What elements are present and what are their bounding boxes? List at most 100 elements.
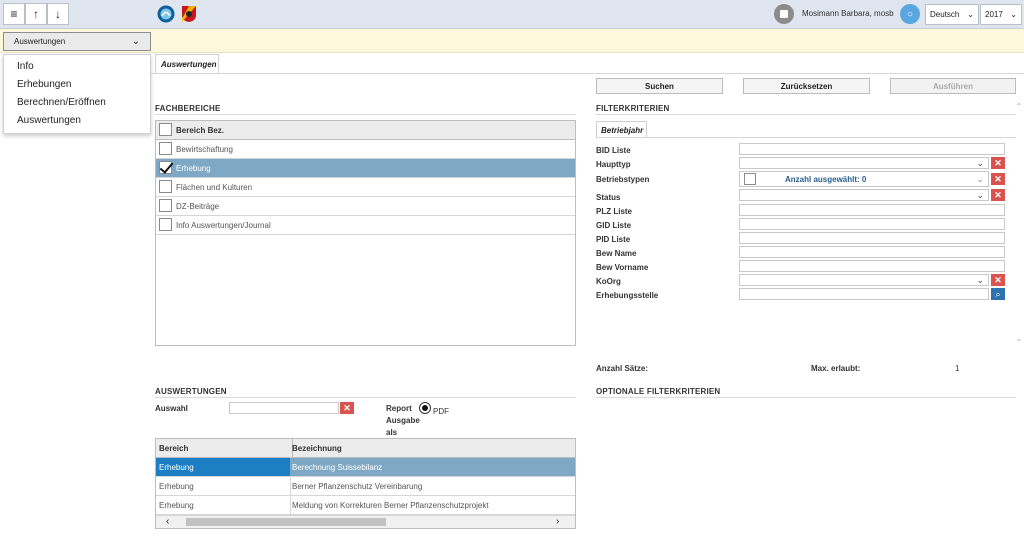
chevron-down-icon: ⌄ bbox=[967, 10, 974, 19]
filter-scrollbar[interactable]: ⌃ ⌄ bbox=[1014, 102, 1024, 348]
pid-input[interactable] bbox=[739, 232, 1005, 244]
clear-koorg-button[interactable]: ✕ bbox=[991, 274, 1005, 286]
plz-input[interactable] bbox=[739, 204, 1005, 216]
user-avatar[interactable] bbox=[774, 4, 794, 24]
pdf-radio[interactable] bbox=[419, 402, 431, 414]
table-row[interactable]: Flächen und Kulturen bbox=[156, 178, 575, 197]
arrow-up-icon[interactable]: ↑ bbox=[25, 3, 47, 25]
module-bar bbox=[0, 29, 1024, 53]
chevron-down-icon: ⌄ bbox=[976, 190, 984, 200]
count-label: Anzahl Sätze: bbox=[596, 364, 649, 373]
betriebstypen-checkbox[interactable] bbox=[744, 173, 756, 185]
bew-name-label: Bew Name bbox=[596, 249, 637, 258]
row-bereich: Erhebung bbox=[159, 500, 194, 510]
module-select-value: Auswertungen bbox=[14, 37, 66, 46]
max-value: 1 bbox=[955, 364, 960, 373]
koorg-label: KoOrg bbox=[596, 277, 621, 286]
betriebstypen-label: Betriebstypen bbox=[596, 175, 650, 184]
report-label-2: Ausgabe bbox=[386, 416, 420, 425]
clear-haupttyp-button[interactable]: ✕ bbox=[991, 157, 1005, 169]
grid-header: Bereich Bez. bbox=[156, 121, 575, 140]
bew-vorname-input[interactable] bbox=[739, 260, 1005, 272]
row-bezeichnung: Berner Pflanzenschutz Vereinbarung bbox=[292, 481, 423, 491]
scroll-thumb[interactable] bbox=[186, 518, 386, 526]
row-label: Erhebung bbox=[176, 163, 211, 173]
status-select[interactable]: ⌄ bbox=[739, 189, 989, 201]
horizontal-scrollbar[interactable]: ‹ › bbox=[156, 515, 575, 528]
betriebstypen-select[interactable]: Anzahl ausgewählt: 0 ⌄ bbox=[739, 171, 989, 187]
table-row[interactable]: Info Auswertungen/Journal bbox=[156, 216, 575, 235]
subtab-divider bbox=[596, 137, 1016, 138]
divider bbox=[596, 397, 1016, 398]
clear-auswahl-button[interactable]: ✕ bbox=[340, 402, 354, 414]
top-bar: ≡ ↑ ↓ Mosimann Barbara, mosb ○ Deutsch ⌄… bbox=[0, 0, 1024, 29]
row-checkbox[interactable] bbox=[159, 180, 172, 193]
betriebstypen-count: Anzahl ausgewählt: 0 bbox=[785, 175, 867, 184]
tab-betriebjahr[interactable]: Betriebjahr bbox=[596, 121, 647, 138]
reset-button[interactable]: Zurücksetzen bbox=[743, 78, 870, 94]
table-row[interactable]: Erhebung Meldung von Korrekturen Berner … bbox=[156, 496, 575, 515]
module-select[interactable]: Auswertungen ⌄ bbox=[3, 32, 151, 51]
bid-label: BID Liste bbox=[596, 146, 631, 155]
clear-status-button[interactable]: ✕ bbox=[991, 189, 1005, 201]
hamburger-icon[interactable]: ≡ bbox=[3, 3, 25, 25]
report-label-1: Report bbox=[386, 404, 412, 413]
chevron-down-icon: ⌄ bbox=[976, 275, 984, 285]
row-checkbox[interactable] bbox=[159, 161, 172, 174]
plz-label: PLZ Liste bbox=[596, 207, 633, 216]
table-row[interactable]: Erhebung Berechnung Suissebilanz bbox=[156, 458, 575, 477]
haupttyp-select[interactable]: ⌄ bbox=[739, 157, 989, 169]
scroll-left-icon[interactable]: ‹ bbox=[166, 516, 169, 528]
erhebungsstelle-input[interactable] bbox=[739, 288, 989, 300]
chevron-down-icon: ⌄ bbox=[1010, 10, 1017, 19]
fachbereiche-title: Fachbereiche bbox=[155, 104, 221, 113]
arrow-down-icon[interactable]: ↓ bbox=[47, 3, 69, 25]
pdf-label: PDF bbox=[433, 407, 449, 416]
chevron-down-icon: ⌄ bbox=[976, 158, 984, 168]
auswahl-label: Auswahl bbox=[155, 404, 188, 413]
divider bbox=[155, 114, 576, 115]
table-row[interactable]: Bewirtschaftung bbox=[156, 140, 575, 159]
search-icon[interactable]: ⌕ bbox=[991, 288, 1005, 300]
max-label: Max. erlaubt: bbox=[811, 364, 861, 373]
koorg-select[interactable]: ⌄ bbox=[739, 274, 989, 286]
filterkriterien-title: Filterkriterien bbox=[596, 104, 670, 113]
row-checkbox[interactable] bbox=[159, 199, 172, 212]
table-row[interactable]: Erhebung bbox=[156, 159, 575, 178]
tab-auswertungen[interactable]: Auswertungen bbox=[155, 54, 219, 74]
scroll-up-icon[interactable]: ⌃ bbox=[1014, 102, 1024, 111]
search-button[interactable]: Suchen bbox=[596, 78, 723, 94]
row-label: Info Auswertungen/Journal bbox=[176, 220, 271, 230]
select-all-checkbox[interactable] bbox=[159, 123, 172, 136]
language-select[interactable]: Deutsch ⌄ bbox=[925, 4, 979, 25]
row-label: DZ-Beiträge bbox=[176, 201, 220, 211]
user-name: Mosimann Barbara, mosb bbox=[802, 9, 894, 18]
column-header-bereich: Bereich bbox=[159, 443, 189, 453]
menu-item-info[interactable]: Info bbox=[4, 55, 150, 73]
auswahl-input[interactable] bbox=[229, 402, 339, 414]
scroll-right-icon[interactable]: › bbox=[556, 516, 559, 528]
row-label: Bewirtschaftung bbox=[176, 144, 233, 154]
bid-input[interactable] bbox=[739, 143, 1005, 155]
row-bereich: Erhebung bbox=[159, 462, 194, 472]
scroll-down-icon[interactable]: ⌄ bbox=[1014, 334, 1024, 343]
auswertungen-title: Auswertungen bbox=[155, 387, 227, 396]
row-checkbox[interactable] bbox=[159, 142, 172, 155]
bew-name-input[interactable] bbox=[739, 246, 1005, 258]
menu-item-berechnen[interactable]: Berechnen/Eröffnen bbox=[4, 91, 150, 109]
row-checkbox[interactable] bbox=[159, 218, 172, 231]
execute-button[interactable]: Ausführen bbox=[890, 78, 1016, 94]
gid-label: GID Liste bbox=[596, 221, 632, 230]
table-row[interactable]: Erhebung Berner Pflanzenschutz Vereinbar… bbox=[156, 477, 575, 496]
table-row[interactable]: DZ-Beiträge bbox=[156, 197, 575, 216]
row-bezeichnung: Meldung von Korrekturen Berner Pflanzens… bbox=[292, 500, 489, 510]
lock-icon[interactable]: ○ bbox=[900, 4, 920, 24]
optional-filter-title: Optionale Filterkriterien bbox=[596, 387, 721, 396]
menu-item-auswertungen[interactable]: Auswertungen bbox=[4, 109, 150, 127]
year-select[interactable]: 2017 ⌄ bbox=[980, 4, 1022, 25]
column-header-bezeichnung: Bezeichnung bbox=[292, 443, 342, 453]
divider bbox=[596, 114, 1016, 115]
gid-input[interactable] bbox=[739, 218, 1005, 230]
menu-item-erhebungen[interactable]: Erhebungen bbox=[4, 73, 150, 91]
clear-betriebstypen-button[interactable]: ✕ bbox=[991, 173, 1005, 185]
